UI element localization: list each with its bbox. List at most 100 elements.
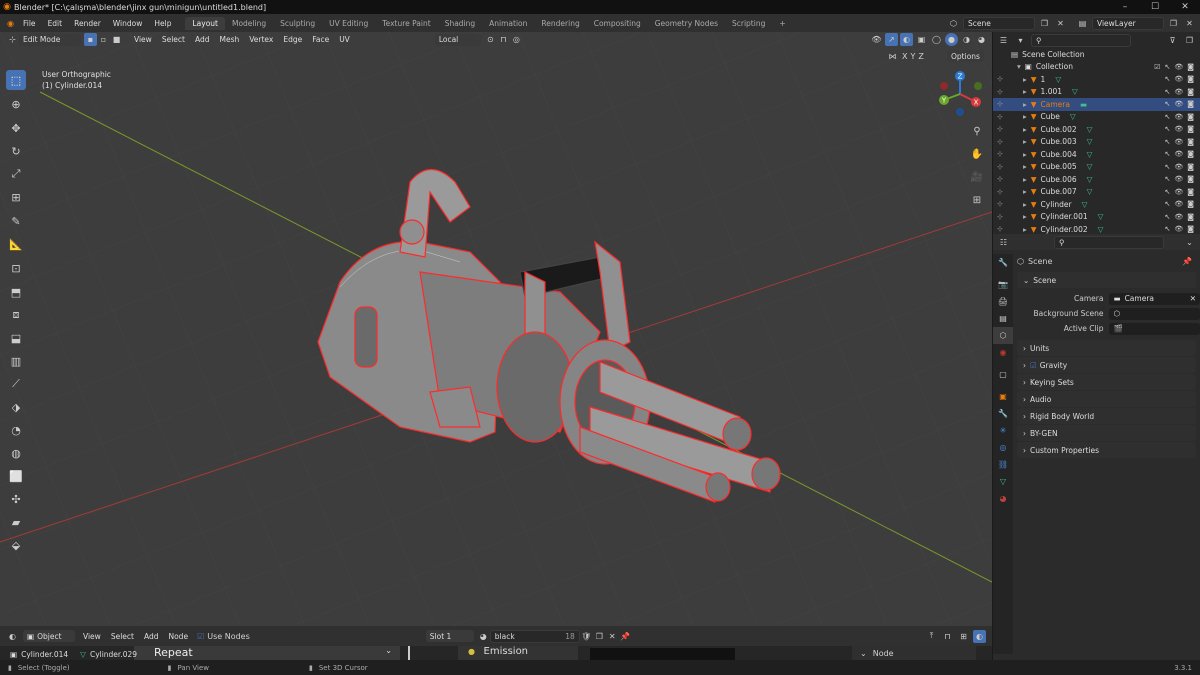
select-arrow-icon[interactable]: ↖ <box>1164 175 1170 183</box>
expand-icon[interactable]: ▸ <box>1023 137 1027 146</box>
move-icon[interactable]: ✥ <box>6 118 26 138</box>
tab-shading[interactable]: Shading <box>438 17 482 30</box>
cursor-icon[interactable]: ⊕ <box>6 94 26 114</box>
edit-mode-icon[interactable]: ⊹ <box>997 88 1003 96</box>
data-tab-icon[interactable]: ▽ <box>993 473 1013 490</box>
slot-dropdown[interactable]: Slot 1 <box>425 630 474 642</box>
menu-face[interactable]: Face <box>307 35 334 44</box>
node-repeat[interactable]: Repeat ⌄ <box>134 646 400 660</box>
outliner-item[interactable]: ⊹ ▸ ▼ 1.001 ▽ ↖ 👁 ◙ <box>993 86 1200 99</box>
material-shading-icon[interactable]: ◑ <box>960 33 973 46</box>
new-scene-icon[interactable]: ❐ <box>1038 17 1051 30</box>
view-layer-tab-icon[interactable]: ▤ <box>993 310 1013 327</box>
shrink-icon[interactable]: ✣ <box>6 489 26 509</box>
panel-bygen-header[interactable]: › BY-GEN <box>1017 425 1196 441</box>
zoom-icon[interactable]: ⚲ <box>968 122 986 140</box>
options-dropdown[interactable]: Options <box>947 50 984 62</box>
select-arrow-icon[interactable]: ↖ <box>1164 113 1170 121</box>
gravity-checkbox-icon[interactable]: ☑ <box>1030 361 1037 370</box>
camera-field[interactable]: ▬ Camera ✕ <box>1109 292 1200 305</box>
render-camera-icon[interactable]: ◙ <box>1187 75 1194 83</box>
bevel-icon[interactable]: ⬓ <box>6 328 26 348</box>
outliner-item[interactable]: ⊹ ▸ ▼ Cube.004 ▽ ↖ 👁 ◙ <box>993 148 1200 161</box>
background-scene-field[interactable]: ⬡ <box>1109 307 1200 320</box>
overlay-toggle-icon[interactable]: ◐ <box>973 629 986 643</box>
render-camera-icon[interactable]: ◙ <box>1187 125 1194 133</box>
snap-icon[interactable]: ⊓ <box>497 33 510 46</box>
expand-icon[interactable]: ▸ <box>1023 87 1027 96</box>
menu-vertex[interactable]: Vertex <box>244 35 278 44</box>
menu-file[interactable]: File <box>17 19 42 28</box>
select-box-icon[interactable]: ⬚ <box>6 70 26 90</box>
clear-icon[interactable]: ✕ <box>1190 294 1196 303</box>
scale-icon[interactable]: ⤢ <box>6 164 26 184</box>
object-tab-icon[interactable]: ▣ <box>993 388 1013 405</box>
panel-custom-properties-header[interactable]: › Custom Properties <box>1017 442 1196 458</box>
outliner-item[interactable]: ⊹ ▸ ▼ Cube.006 ▽ ↖ 👁 ◙ <box>993 173 1200 186</box>
duplicate-material-icon[interactable]: ❐ <box>593 630 606 643</box>
tab-geometry-nodes[interactable]: Geometry Nodes <box>648 17 725 30</box>
snap-mode-icon[interactable]: ⊞ <box>957 630 970 643</box>
expand-icon[interactable]: ▸ <box>1023 225 1027 234</box>
expand-arrow-icon[interactable]: ⌄ <box>860 649 867 658</box>
ortho-grid-icon[interactable]: ⊞ <box>968 191 986 209</box>
node-menu-select[interactable]: Select <box>106 632 139 641</box>
chevron-down-icon[interactable]: ⌄ <box>385 646 392 655</box>
tab-rendering[interactable]: Rendering <box>534 17 586 30</box>
inset-icon[interactable]: ⧈ <box>6 305 26 325</box>
node-emission[interactable]: ● Emission <box>458 646 578 660</box>
node-menu-add[interactable]: Add <box>139 632 164 641</box>
rip-icon[interactable]: ⬙ <box>6 535 26 555</box>
pin-icon[interactable]: 📌 <box>1182 257 1192 266</box>
new-view-layer-icon[interactable]: ❐ <box>1167 17 1180 30</box>
mirror-y-toggle[interactable]: Y <box>910 52 915 61</box>
expand-icon[interactable]: ▸ <box>1023 162 1027 171</box>
edit-mode-icon[interactable]: ⊹ <box>997 175 1003 183</box>
panel-audio-header[interactable]: › Audio <box>1017 391 1196 407</box>
fake-user-icon[interactable]: 🛡 <box>580 630 593 643</box>
rotate-icon[interactable]: ↻ <box>6 141 26 161</box>
tab-animation[interactable]: Animation <box>482 17 534 30</box>
outliner-item[interactable]: ⊹ ▸ ▼ Cube.005 ▽ ↖ 👁 ◙ <box>993 161 1200 174</box>
extrude-icon[interactable]: ⬒ <box>6 282 26 302</box>
overlay-toggle-icon[interactable]: ◐ <box>900 33 913 46</box>
eye-icon[interactable]: 👁 <box>1174 188 1183 196</box>
expand-icon[interactable]: ▸ <box>1023 175 1027 184</box>
panel-rigid-body-header[interactable]: › Rigid Body World <box>1017 408 1196 424</box>
annotate-icon[interactable]: ✎ <box>6 211 26 231</box>
close-button[interactable]: ✕ <box>1170 2 1200 12</box>
select-arrow-icon[interactable]: ↖ <box>1164 188 1170 196</box>
render-camera-icon[interactable]: ◙ <box>1187 88 1194 96</box>
expand-icon[interactable]: ▸ <box>1023 75 1027 84</box>
camera-view-icon[interactable]: 🎥 <box>968 168 986 186</box>
material-name-field[interactable]: black 18 <box>489 629 580 643</box>
parent-node-tree-icon[interactable]: ⤒ <box>925 630 938 643</box>
checkbox-icon[interactable]: ☑ <box>1154 63 1160 71</box>
eye-icon[interactable]: 👁 <box>1174 113 1183 121</box>
wireframe-shading-icon[interactable]: ◯ <box>930 33 943 46</box>
menu-render[interactable]: Render <box>68 19 107 28</box>
material-tab-icon[interactable]: ◕ <box>993 490 1013 507</box>
outliner-item[interactable]: ⊹ ▸ ▼ Cube ▽ ↖ 👁 ◙ <box>993 111 1200 124</box>
pivot-icon[interactable]: ⊙ <box>484 33 497 46</box>
output-tab-icon[interactable]: 🖨 <box>993 293 1013 310</box>
shear-icon[interactable]: ▰ <box>6 512 26 532</box>
select-arrow-icon[interactable]: ↖ <box>1164 225 1170 233</box>
outliner-editor-icon[interactable]: ☰ <box>997 34 1010 47</box>
scene-selector[interactable]: Scene <box>963 16 1035 30</box>
loop-cut-icon[interactable]: ▥ <box>6 351 26 371</box>
render-camera-icon[interactable]: ◙ <box>1187 213 1194 221</box>
menu-mesh[interactable]: Mesh <box>214 35 244 44</box>
properties-search-input[interactable]: ⚲ <box>1054 235 1164 249</box>
menu-window[interactable]: Window <box>107 19 149 28</box>
tab-texture-paint[interactable]: Texture Paint <box>375 17 437 30</box>
render-camera-icon[interactable]: ◙ <box>1187 188 1194 196</box>
vertex-select-icon[interactable]: ▪ <box>84 33 97 46</box>
eye-icon[interactable]: 👁 <box>1174 225 1183 233</box>
maximize-button[interactable]: ☐ <box>1140 2 1170 12</box>
eye-icon[interactable]: 👁 <box>1174 150 1183 158</box>
tab-sculpting[interactable]: Sculpting <box>273 17 322 30</box>
tab-scripting[interactable]: Scripting <box>725 17 772 30</box>
panel-scene-header[interactable]: ⌄ Scene <box>1017 272 1196 288</box>
poly-build-icon[interactable]: ⬗ <box>6 397 26 417</box>
